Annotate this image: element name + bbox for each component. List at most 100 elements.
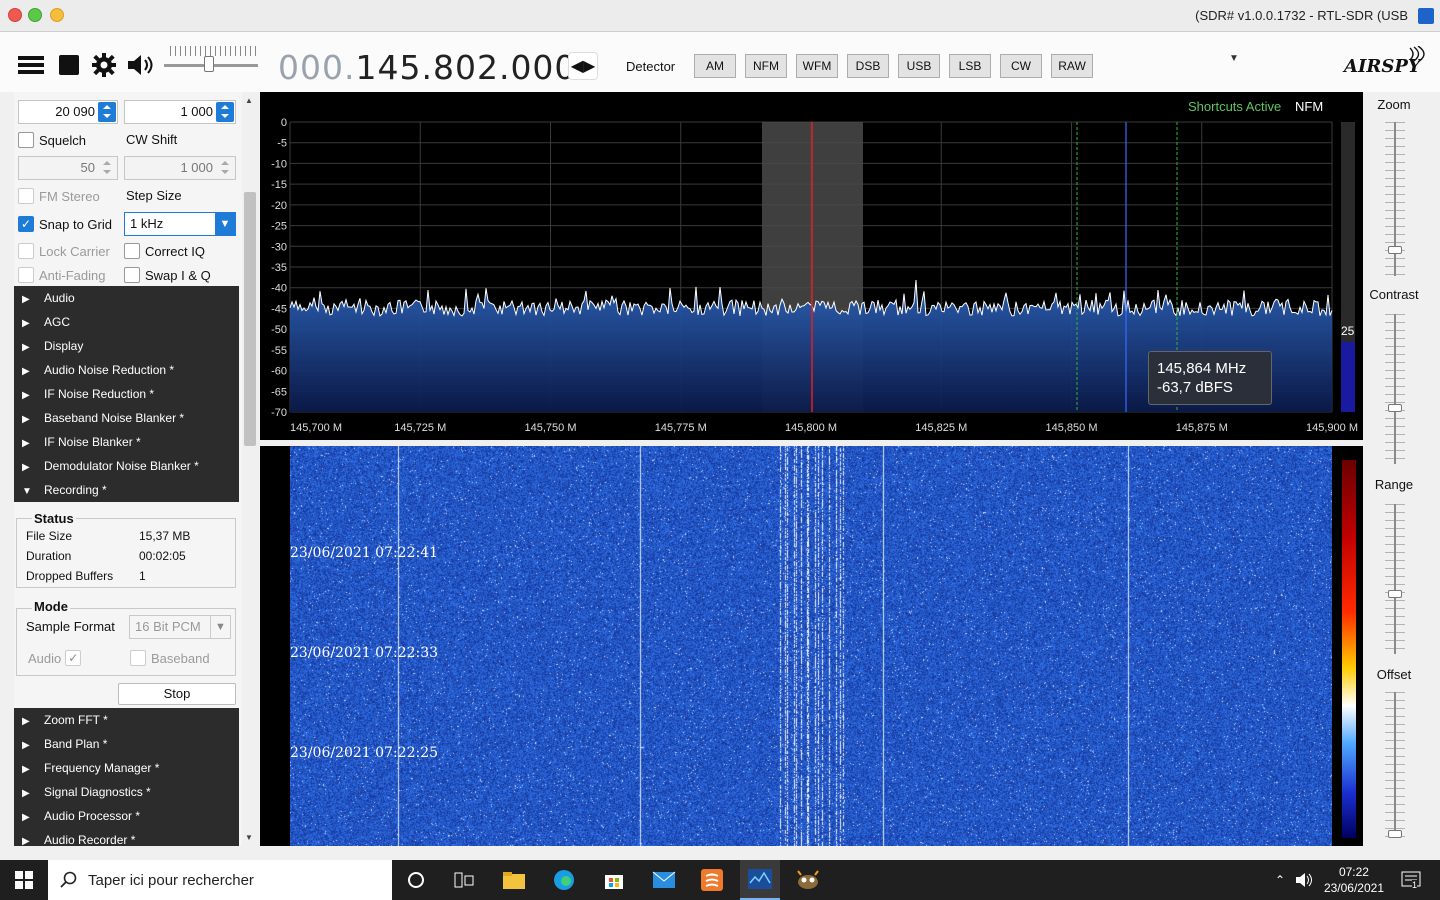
gimp-icon[interactable] [788, 860, 828, 900]
mode-button-3[interactable]: DSB [847, 54, 889, 78]
contrast-slider[interactable] [1385, 314, 1405, 464]
file-explorer-icon[interactable] [494, 860, 534, 900]
edge-icon[interactable] [544, 860, 584, 900]
anti-fading-checkbox[interactable]: Anti-Fading [18, 267, 105, 283]
correct-iq-checkbox[interactable]: Correct IQ [124, 243, 205, 259]
triangle-right-icon: ▶ [22, 366, 30, 377]
lock-carrier-checkbox[interactable]: Lock Carrier [18, 243, 110, 259]
audio-checkbox[interactable]: ✓ Audio [28, 650, 82, 666]
order-value: 1 000 [180, 104, 213, 119]
step-size-select[interactable]: 1 kHz ▼ [124, 212, 236, 236]
tune-arrows-button[interactable]: ◀▶ [568, 52, 598, 80]
triangle-right-icon: ▶ [22, 342, 30, 353]
dropped-buffers-label: Dropped Buffers [26, 569, 114, 583]
section-header[interactable]: ▶ IF Noise Reduction * [14, 382, 239, 406]
frequency-display[interactable]: 000.145.802.000 [278, 48, 576, 87]
snap-to-grid-checkbox[interactable]: ✓ Snap to Grid [18, 216, 112, 232]
left-panel-scrollbar[interactable]: ▲ ▼ [242, 92, 258, 846]
section-header[interactable]: ▶ Baseband Noise Blanker * [14, 406, 239, 430]
section-header[interactable]: ▶ IF Noise Blanker * [14, 430, 239, 454]
spectrum-display[interactable]: 0 -5 -10 -15 -20 -25 -30 -35 -40 -45 -50 -55 -60 -65 -… [260, 92, 1363, 440]
anti-fading-label: Anti-Fading [39, 267, 106, 283]
section-header[interactable]: ▶ AGC [14, 310, 239, 334]
cw-shift-input[interactable]: 1 000 [124, 156, 236, 180]
maximize-button[interactable] [28, 8, 42, 22]
dropped-buffers-value: 1 [139, 569, 146, 583]
mode-button-0[interactable]: AM [694, 54, 736, 78]
swap-iq-checkbox[interactable]: Swap I & Q [124, 267, 211, 283]
section-header[interactable]: ▶ Audio Processor * [14, 804, 239, 828]
y-tick-label: -20 [271, 200, 287, 212]
chevron-up-icon[interactable]: ⌃ [1270, 860, 1290, 900]
section-header[interactable]: ▶ Band Plan * [14, 732, 239, 756]
x-tick-label: 145,800 M [785, 422, 837, 434]
menu-icon[interactable] [16, 50, 46, 80]
range-knob[interactable] [1388, 590, 1402, 598]
volume-knob[interactable] [204, 56, 214, 72]
triangle-right-icon: ▶ [22, 716, 30, 727]
stop-button[interactable] [54, 50, 84, 80]
mode-button-6[interactable]: CW [1000, 54, 1042, 78]
section-header[interactable]: ▶ Audio [14, 286, 239, 310]
volume-icon[interactable] [1293, 860, 1315, 900]
task-view-icon[interactable] [444, 860, 484, 900]
section-header[interactable]: ▶ Signal Diagnostics * [14, 780, 239, 804]
section-recording[interactable]: ▼ Recording * [14, 478, 239, 502]
taskbar-clock[interactable]: 07:22 23/06/2021 [1324, 864, 1384, 896]
mode-button-7[interactable]: RAW [1051, 54, 1093, 78]
cortana-icon[interactable] [396, 860, 436, 900]
y-tick-label: -35 [271, 262, 287, 274]
speaker-icon[interactable] [125, 50, 155, 80]
squelch-stepper[interactable] [98, 158, 116, 178]
range-slider[interactable] [1385, 504, 1405, 654]
section-header[interactable]: ▶ Audio Recorder * [14, 828, 239, 846]
contrast-knob[interactable] [1388, 404, 1402, 412]
waterfall-canvas[interactable] [290, 446, 1332, 846]
scrollbar-thumb[interactable] [244, 192, 256, 446]
waterfall-display[interactable]: 23/06/2021 07:22:41 23/06/2021 07:22:33 23… [260, 446, 1363, 846]
squelch-checkbox[interactable]: Squelch [18, 132, 86, 148]
squelch-input[interactable]: 50 [18, 156, 118, 180]
section-header[interactable]: ▶ Zoom FFT * [14, 708, 239, 732]
section-header[interactable]: ▶ Demodulator Noise Blanker * [14, 454, 239, 478]
zoom-knob[interactable] [1388, 246, 1402, 254]
cw-shift-stepper[interactable] [216, 158, 234, 178]
stop-recording-button[interactable]: Stop [118, 683, 236, 705]
y-tick-label: -45 [271, 303, 287, 315]
chevron-down-icon[interactable]: ▼ [1229, 53, 1239, 64]
mail-icon[interactable] [644, 860, 684, 900]
mode-button-2[interactable]: WFM [796, 54, 838, 78]
section-header[interactable]: ▶ Display [14, 334, 239, 358]
order-stepper[interactable] [216, 102, 234, 122]
order-input[interactable]: 1 000 [124, 100, 236, 124]
minimize-button[interactable] [50, 8, 64, 22]
taskbar: Taper ici pour rechercher ⌃ 07:22 23/06/… [0, 860, 1440, 900]
sdrsharp-taskbar-icon[interactable] [740, 860, 780, 900]
bandwidth-stepper[interactable] [98, 102, 116, 122]
scroll-up-icon[interactable]: ▲ [245, 96, 253, 105]
store-icon[interactable] [594, 860, 634, 900]
notification-icon[interactable]: 1 [1396, 860, 1426, 900]
zoom-slider[interactable] [1385, 122, 1405, 276]
close-button[interactable] [8, 8, 22, 22]
gear-icon[interactable] [89, 50, 119, 80]
triangle-right-icon: ▶ [22, 414, 30, 425]
offset-slider[interactable] [1385, 692, 1405, 838]
fm-stereo-checkbox[interactable]: FM Stereo [18, 188, 100, 204]
offset-knob[interactable] [1388, 830, 1402, 838]
section-header[interactable]: ▶ Audio Noise Reduction * [14, 358, 239, 382]
mode-button-4[interactable]: USB [898, 54, 940, 78]
taskbar-search-input[interactable]: Taper ici pour rechercher [48, 860, 392, 900]
windows-start-icon[interactable] [0, 860, 48, 900]
orange-app-icon[interactable] [692, 860, 732, 900]
section-label: AGC [44, 315, 71, 329]
bandwidth-input[interactable]: 20 090 [18, 100, 118, 124]
scroll-down-icon[interactable]: ▼ [245, 833, 253, 842]
sample-format-select[interactable]: 16 Bit PCM ▼ [129, 615, 231, 639]
search-icon [60, 871, 77, 888]
baseband-checkbox[interactable]: Baseband [130, 650, 210, 666]
section-header[interactable]: ▶ Frequency Manager * [14, 756, 239, 780]
mode-button-5[interactable]: LSB [949, 54, 991, 78]
x-tick-label: 145,875 M [1176, 422, 1228, 434]
mode-button-1[interactable]: NFM [745, 54, 787, 78]
